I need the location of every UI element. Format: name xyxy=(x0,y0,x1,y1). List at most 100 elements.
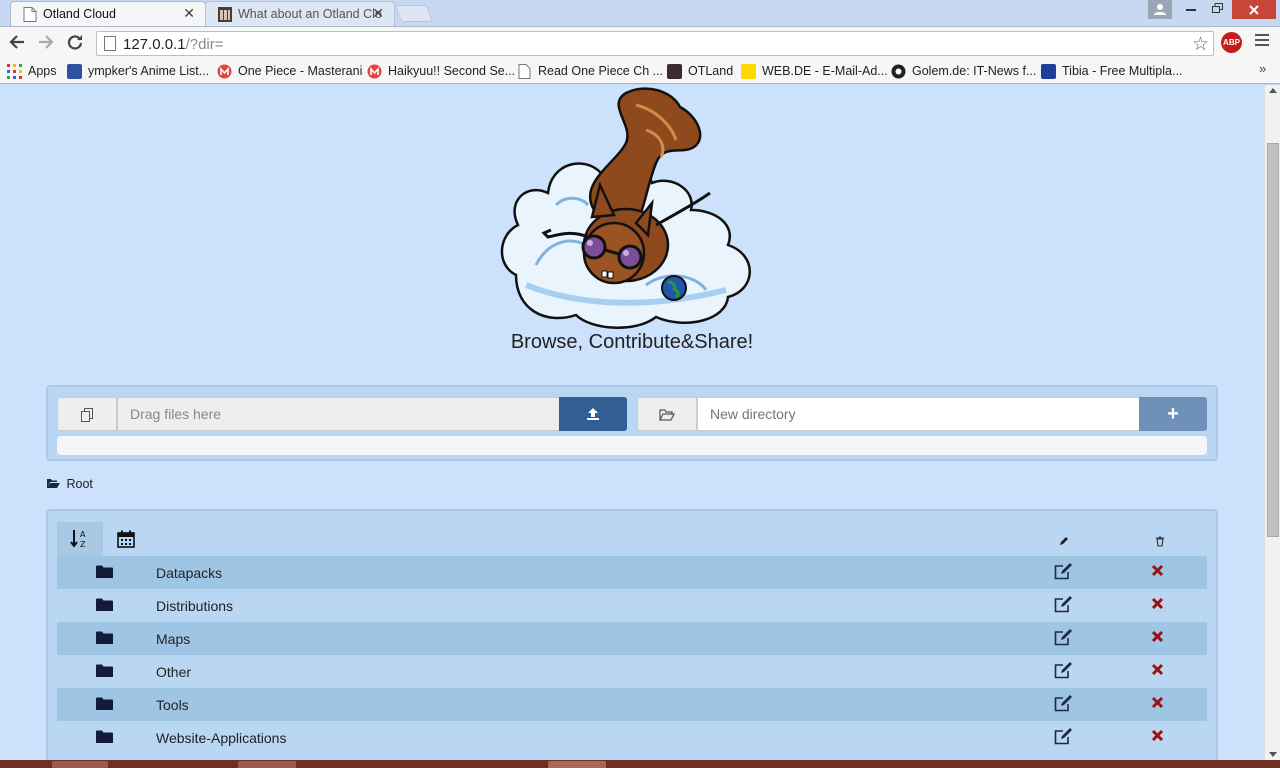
scroll-up-icon[interactable] xyxy=(1269,88,1277,93)
trash-icon xyxy=(1156,536,1164,547)
bookmark-webde[interactable]: WEB.DE - E-Mail-Ad... xyxy=(741,62,888,81)
folder-icon xyxy=(96,664,113,677)
folder-icon xyxy=(96,598,113,611)
tab-title: Otland Cloud xyxy=(43,7,116,21)
taskbar-item[interactable] xyxy=(548,761,606,768)
tab-strip: Otland Cloud ✕ What about an Otland Clo … xyxy=(0,0,1280,26)
folder-row[interactable]: Other xyxy=(57,655,1207,688)
golem-icon xyxy=(891,64,906,79)
folder-row[interactable]: Distributions xyxy=(57,589,1207,622)
bookmark-one-piece[interactable]: One Piece - Masterani xyxy=(217,62,362,81)
folder-list: Datapacks Distributions Maps Other Tools Webs… xyxy=(57,556,1207,754)
os-taskbar xyxy=(0,760,1280,768)
sort-alpha-icon: A Z xyxy=(70,530,86,549)
upload-panel: Drag files here + xyxy=(46,385,1218,461)
edit-icon[interactable] xyxy=(1054,596,1073,613)
bookmark-apps[interactable]: Apps xyxy=(7,62,57,81)
tibia-icon xyxy=(1041,64,1056,79)
delete-icon[interactable] xyxy=(1151,729,1164,742)
bookmarks-overflow-icon[interactable]: » xyxy=(1259,61,1266,76)
bookmark-tibia[interactable]: Tibia - Free Multipla... xyxy=(1041,62,1182,81)
user-profile-icon[interactable] xyxy=(1148,0,1172,19)
page-icon xyxy=(518,64,531,79)
delete-icon[interactable] xyxy=(1151,597,1164,610)
calendar-icon xyxy=(117,530,135,548)
scrollbar-thumb[interactable] xyxy=(1267,143,1279,537)
taskbar-item[interactable] xyxy=(238,761,296,768)
page-icon xyxy=(23,7,37,22)
folder-row[interactable]: Datapacks xyxy=(57,556,1207,589)
folder-name[interactable]: Distributions xyxy=(156,598,233,614)
files-icon xyxy=(57,397,117,431)
address-bar[interactable]: 127.0.0.1/?dir= ☆ xyxy=(96,31,1214,56)
folder-open-icon xyxy=(47,479,60,488)
bookmark-mal[interactable]: ympker's Anime List... xyxy=(67,62,209,81)
bookmark-otland[interactable]: OTLand xyxy=(667,62,733,81)
masterani-icon xyxy=(367,64,382,79)
breadcrumb-root[interactable]: Root xyxy=(66,477,92,491)
delete-icon[interactable] xyxy=(1151,663,1164,676)
file-drop-zone[interactable]: Drag files here xyxy=(117,397,560,431)
delete-icon[interactable] xyxy=(1151,696,1164,709)
restore-icon[interactable] xyxy=(1206,0,1228,19)
folder-name[interactable]: Maps xyxy=(156,631,190,647)
delete-icon[interactable] xyxy=(1151,564,1164,577)
upload-progress-bar xyxy=(57,436,1207,455)
bookmark-read-one-piece[interactable]: Read One Piece Ch ... xyxy=(517,62,663,81)
new-directory-input[interactable] xyxy=(697,397,1140,431)
sort-alpha-button[interactable]: A Z xyxy=(57,522,103,556)
forward-icon[interactable] xyxy=(34,30,58,54)
otland-icon xyxy=(218,7,232,22)
page-scrollbar[interactable] xyxy=(1264,85,1280,760)
apps-grid-icon xyxy=(7,64,22,79)
edit-icon[interactable] xyxy=(1054,563,1073,580)
edit-icon[interactable] xyxy=(1054,629,1073,646)
url-text: 127.0.0.1/?dir= xyxy=(123,36,224,53)
add-directory-button[interactable]: + xyxy=(1139,397,1207,431)
pencil-icon xyxy=(1060,537,1068,545)
close-window-icon[interactable] xyxy=(1232,0,1276,19)
folder-icon xyxy=(96,730,113,743)
folder-row[interactable]: Tools xyxy=(57,688,1207,721)
masterani-icon xyxy=(217,64,232,79)
new-tab-button[interactable] xyxy=(394,5,434,22)
back-icon[interactable] xyxy=(5,30,29,54)
folder-name[interactable]: Website-Applications xyxy=(156,730,286,746)
edit-icon[interactable] xyxy=(1054,662,1073,679)
taskbar-item[interactable] xyxy=(52,761,108,768)
bookmark-golem[interactable]: Golem.de: IT-News f... xyxy=(891,62,1036,81)
delete-icon[interactable] xyxy=(1151,630,1164,643)
page-icon xyxy=(104,36,116,51)
sort-date-button[interactable] xyxy=(103,522,149,556)
sort-toolbar: A Z xyxy=(57,520,1207,557)
folder-name[interactable]: Datapacks xyxy=(156,565,222,581)
tagline: Browse, Contribute&Share! xyxy=(510,331,754,353)
folder-icon xyxy=(96,697,113,710)
folder-row[interactable]: Website-Applications xyxy=(57,721,1207,754)
bookmark-haikyuu[interactable]: Haikyuu!! Second Se... xyxy=(367,62,515,81)
edit-icon[interactable] xyxy=(1054,695,1073,712)
breadcrumb: Root xyxy=(47,477,93,491)
otland-icon xyxy=(667,64,682,79)
folder-icon xyxy=(96,631,113,644)
minimize-icon[interactable] xyxy=(1180,0,1202,19)
folder-row[interactable]: Maps xyxy=(57,622,1207,655)
close-tab-icon[interactable]: ✕ xyxy=(183,5,195,22)
adblock-plus-icon[interactable]: ABP xyxy=(1221,32,1242,53)
reload-icon[interactable] xyxy=(63,30,87,54)
bookmark-star-icon[interactable]: ☆ xyxy=(1192,33,1209,56)
folder-name[interactable]: Tools xyxy=(156,697,189,713)
close-tab-icon[interactable]: ✕ xyxy=(372,5,384,22)
folder-name[interactable]: Other xyxy=(156,664,191,680)
tab-otland-cloud[interactable]: Otland Cloud ✕ xyxy=(10,1,206,26)
edit-icon[interactable] xyxy=(1054,728,1073,745)
folder-icon xyxy=(96,565,113,578)
squirrel-cloud-logo xyxy=(500,87,751,329)
upload-button[interactable] xyxy=(559,397,627,431)
svg-text:Z: Z xyxy=(80,540,86,549)
scroll-down-icon[interactable] xyxy=(1269,752,1277,757)
directory-listing: A Z Datapacks Distributions Maps Other Tools… xyxy=(46,509,1218,760)
mal-icon xyxy=(67,64,82,79)
menu-icon[interactable] xyxy=(1255,34,1269,49)
tab-otland-thread[interactable]: What about an Otland Clo ✕ xyxy=(205,1,395,26)
